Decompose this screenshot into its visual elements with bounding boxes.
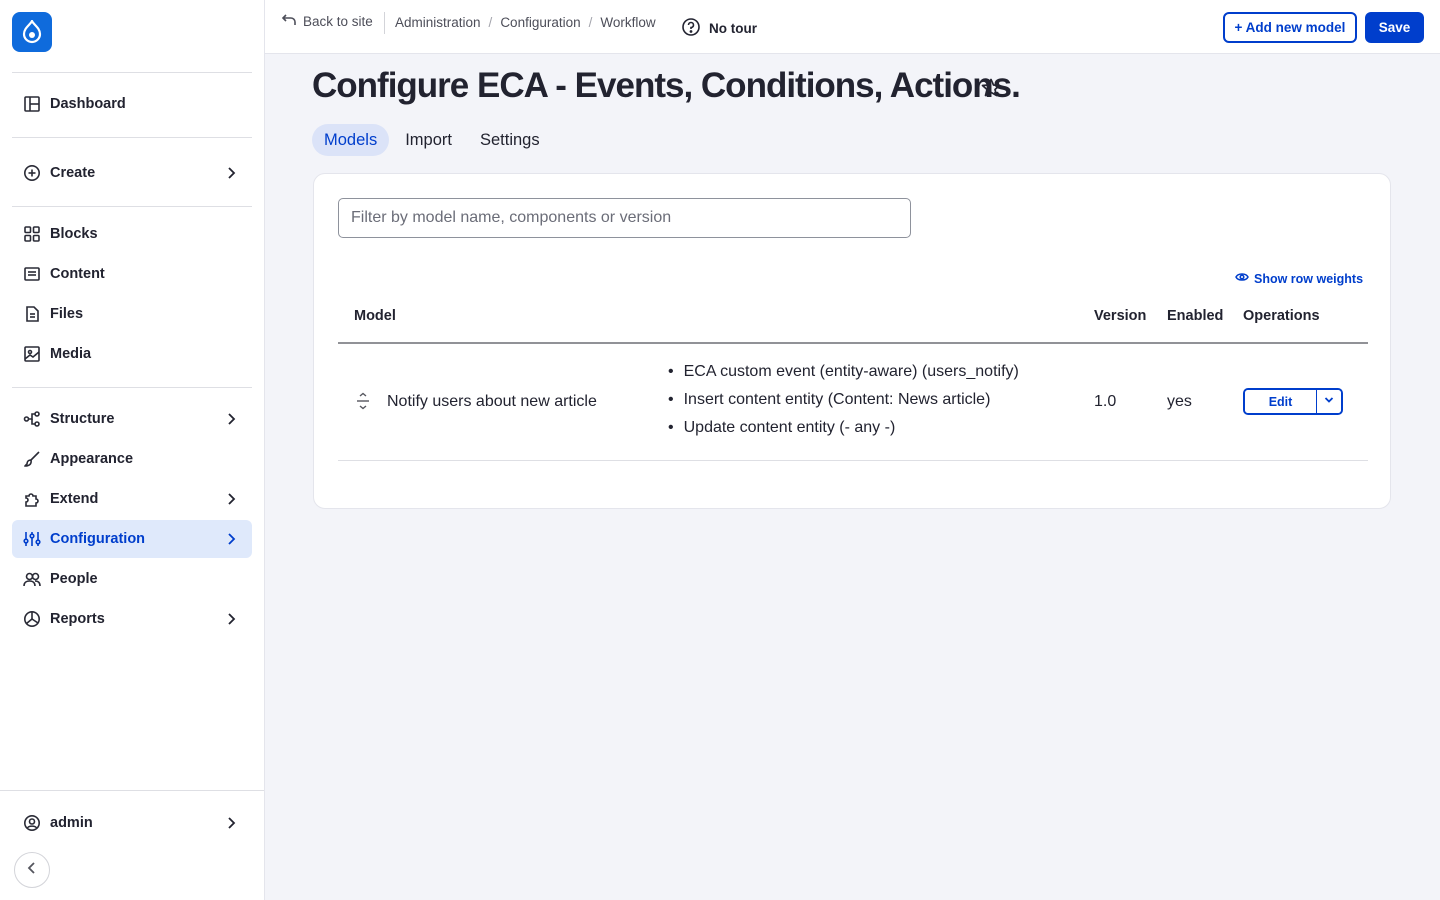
- add-new-model-button[interactable]: + Add new model: [1223, 12, 1357, 43]
- model-filter-input[interactable]: [338, 198, 911, 238]
- chevron-right-icon: [222, 814, 240, 832]
- chevron-down-icon: [1323, 394, 1335, 409]
- sliders-icon: [22, 529, 42, 549]
- model-components-list: ECA custom event (entity-aware) (users_n…: [668, 358, 1019, 442]
- tab-import[interactable]: Import: [393, 124, 464, 156]
- breadcrumb: Administration / Configuration / Workflo…: [395, 15, 656, 30]
- model-version: 1.0: [1094, 393, 1117, 410]
- help-circle-icon: [681, 17, 709, 40]
- star-shortcut-icon[interactable]: [980, 77, 1002, 99]
- model-enabled: yes: [1167, 393, 1192, 410]
- user-circle-icon: [22, 813, 42, 833]
- sidebar-item-label: Reports: [50, 611, 105, 627]
- breadcrumb-separator: /: [588, 15, 593, 30]
- chevron-left-icon: [24, 860, 40, 881]
- chevron-right-icon: [222, 530, 240, 548]
- sidebar-item-people[interactable]: People: [12, 560, 252, 598]
- sidebar-item-media[interactable]: Media: [12, 335, 252, 373]
- sidebar-item-reports[interactable]: Reports: [12, 600, 252, 638]
- user-name: admin: [50, 815, 93, 831]
- drag-handle-icon[interactable]: [354, 392, 372, 410]
- column-header-enabled: Enabled: [1167, 308, 1224, 324]
- plus-circle-icon: [22, 163, 42, 183]
- table-header-divider: [338, 342, 1368, 344]
- chevron-right-icon: [222, 610, 240, 628]
- page-title: Configure ECA - Events, Conditions, Acti…: [312, 66, 1021, 105]
- sidebar-item-label: People: [50, 571, 98, 587]
- brush-icon: [22, 449, 42, 469]
- tab-models[interactable]: Models: [312, 124, 390, 156]
- sidebar-item-configuration[interactable]: Configuration: [12, 520, 252, 558]
- drupal-logo-icon[interactable]: [12, 12, 52, 52]
- sidebar-item-label: Create: [50, 165, 96, 181]
- sidebar-item-label: Media: [50, 346, 92, 362]
- edit-button[interactable]: Edit: [1245, 390, 1317, 413]
- blocks-icon: [22, 224, 42, 244]
- primary-tabs: Models Import Settings: [312, 124, 556, 156]
- chevron-right-icon: [222, 410, 240, 428]
- table-row-divider: [338, 460, 1368, 461]
- show-row-weights-label: Show row weights: [1254, 271, 1364, 286]
- sidebar-item-label: Configuration: [50, 531, 146, 547]
- model-name: Notify users about new article: [387, 393, 597, 410]
- sidebar-divider: [12, 72, 252, 73]
- breadcrumb-separator: /: [488, 15, 493, 30]
- sidebar: Dashboard Create Blocks Content Files Me…: [0, 0, 265, 900]
- tour-button[interactable]: No tour: [681, 17, 757, 40]
- sidebar-item-files[interactable]: Files: [12, 295, 252, 333]
- sidebar-item-label: Files: [50, 306, 84, 322]
- sidebar-item-create[interactable]: Create: [12, 154, 252, 192]
- sidebar-item-appearance[interactable]: Appearance: [12, 440, 252, 478]
- list-item: Insert content entity (Content: News art…: [668, 386, 1019, 414]
- eye-icon: [1235, 270, 1254, 287]
- tour-label: No tour: [709, 21, 757, 36]
- operations-dropbutton: Edit: [1243, 388, 1343, 415]
- sidebar-item-blocks[interactable]: Blocks: [12, 215, 252, 253]
- sidebar-item-user[interactable]: admin: [12, 804, 252, 842]
- back-arrow-icon: [281, 12, 303, 31]
- puzzle-icon: [22, 489, 42, 509]
- sidebar-divider: [12, 387, 252, 388]
- back-to-site-label: Back to site: [303, 14, 373, 29]
- sidebar-item-dashboard[interactable]: Dashboard: [12, 85, 252, 123]
- toolbar-divider: [384, 12, 385, 34]
- chevron-right-icon: [222, 490, 240, 508]
- sidebar-item-label: Appearance: [50, 451, 134, 467]
- column-header-model: Model: [354, 308, 396, 324]
- structure-icon: [22, 409, 42, 429]
- tab-settings[interactable]: Settings: [468, 124, 552, 156]
- sidebar-item-extend[interactable]: Extend: [12, 480, 252, 518]
- content-icon: [22, 264, 42, 284]
- dashboard-icon: [22, 94, 42, 114]
- operations-toggle-button[interactable]: [1317, 390, 1341, 413]
- list-item: ECA custom event (entity-aware) (users_n…: [668, 358, 1019, 386]
- sidebar-item-content[interactable]: Content: [12, 255, 252, 293]
- models-card: Show row weights Model Version Enabled O…: [313, 173, 1391, 509]
- sidebar-item-label: Dashboard: [50, 96, 126, 112]
- list-item: Update content entity (- any -): [668, 414, 1019, 442]
- sidebar-item-structure[interactable]: Structure: [12, 400, 252, 438]
- breadcrumb-workflow[interactable]: Workflow: [600, 15, 655, 30]
- reports-icon: [22, 609, 42, 629]
- column-header-version: Version: [1094, 308, 1147, 324]
- sidebar-item-label: Structure: [50, 411, 115, 427]
- chevron-right-icon: [222, 164, 240, 182]
- sidebar-divider: [12, 206, 252, 207]
- show-row-weights-link[interactable]: Show row weights: [1235, 270, 1363, 287]
- media-icon: [22, 344, 42, 364]
- breadcrumb-administration[interactable]: Administration: [395, 15, 481, 30]
- sidebar-item-label: Blocks: [50, 226, 98, 242]
- files-icon: [22, 304, 42, 324]
- back-to-site-link[interactable]: Back to site: [281, 12, 373, 31]
- top-toolbar: Back to site Administration / Configurat…: [265, 0, 1440, 54]
- sidebar-divider: [0, 790, 264, 791]
- sidebar-divider: [12, 137, 252, 138]
- people-icon: [22, 569, 42, 589]
- column-header-operations: Operations: [1243, 308, 1320, 324]
- sidebar-item-label: Extend: [50, 491, 99, 507]
- sidebar-item-label: Content: [50, 266, 105, 282]
- save-button[interactable]: Save: [1365, 12, 1424, 43]
- breadcrumb-configuration[interactable]: Configuration: [500, 15, 580, 30]
- collapse-sidebar-button[interactable]: [14, 852, 50, 888]
